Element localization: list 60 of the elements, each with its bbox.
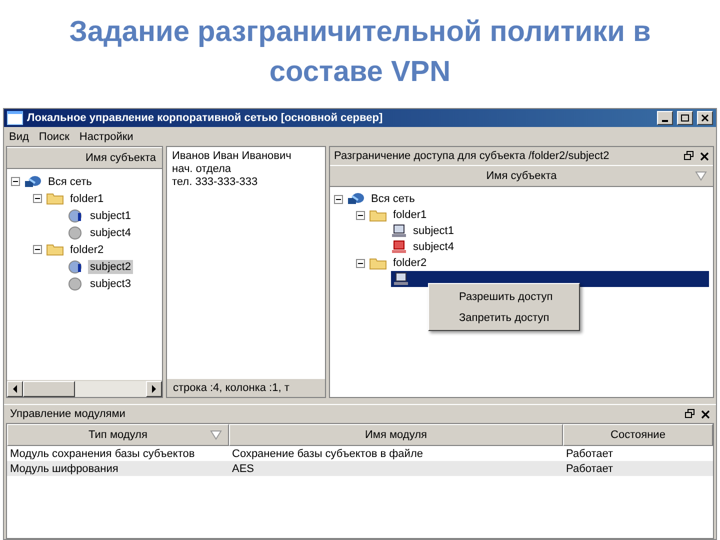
collapse-icon[interactable] <box>334 194 343 204</box>
menu-item[interactable]: Запретить доступ <box>429 307 579 328</box>
menu-item[interactable]: Разрешить доступ <box>429 286 579 307</box>
tree-item[interactable]: subject3 <box>88 276 133 290</box>
column-header[interactable]: Имя модуля <box>229 424 563 446</box>
network-icon <box>24 174 42 188</box>
tree-item[interactable]: subject2 <box>88 260 133 274</box>
folder-icon <box>46 192 64 205</box>
left-arrow-icon[interactable] <box>12 385 18 393</box>
table-cell: Модуль шифрования <box>7 461 229 476</box>
network-icon <box>347 192 365 206</box>
app-icon <box>7 111 23 125</box>
restore-icon[interactable] <box>685 409 695 419</box>
slide-title: Задание разграничительной политики в составе VPN <box>68 15 652 90</box>
tree-item[interactable]: folder1 <box>68 192 106 206</box>
menu-item[interactable]: Вид <box>9 130 29 142</box>
column-header[interactable]: Имя субъекта <box>330 165 713 187</box>
tree-item[interactable]: folder2 <box>391 256 429 270</box>
column-header[interactable]: Имя субъекта <box>7 147 162 169</box>
folder-icon <box>369 256 387 270</box>
collapse-icon[interactable] <box>33 194 42 203</box>
panel-title: Разграничение доступа для субъекта /folder2/subject2 <box>334 150 610 162</box>
detail-text: нач. отдела <box>172 163 232 176</box>
collapse-icon[interactable] <box>356 210 365 220</box>
detail-text: тел. 333-333-333 <box>172 176 259 189</box>
collapse-icon[interactable] <box>356 258 365 268</box>
right-arrow-icon[interactable] <box>151 385 157 393</box>
filter-icon[interactable] <box>695 171 707 181</box>
close-icon <box>701 114 709 122</box>
close-icon[interactable] <box>700 152 709 160</box>
collapse-icon[interactable] <box>33 245 42 254</box>
column-header[interactable]: Тип модуля <box>7 424 229 446</box>
tree-item[interactable]: Вся сеть <box>46 174 94 188</box>
tree-item[interactable]: subject4 <box>411 240 456 254</box>
minimize-button[interactable] <box>657 111 673 125</box>
folder-icon <box>46 243 64 256</box>
tree-item[interactable]: folder1 <box>391 208 429 222</box>
column-header[interactable]: Состояние <box>563 424 713 446</box>
tree-item[interactable]: Вся сеть <box>369 192 417 206</box>
panel-title: Управление модулями <box>10 408 126 420</box>
maximize-button[interactable] <box>677 111 693 125</box>
tree-item[interactable]: subject1 <box>88 208 133 222</box>
status-text: строка :4, колонка :1, т <box>173 382 290 394</box>
menu-item[interactable]: Поиск <box>38 130 70 142</box>
filter-icon[interactable] <box>210 430 222 440</box>
table-cell: Работает <box>563 461 713 476</box>
tree-item[interactable]: subject4 <box>88 226 133 240</box>
detail-text: Иванов Иван Иванович <box>172 150 292 163</box>
table-cell: AES <box>229 461 563 476</box>
close-icon[interactable] <box>701 410 710 418</box>
folder-icon <box>369 208 387 222</box>
maximize-icon <box>681 114 689 122</box>
close-button[interactable] <box>697 111 713 125</box>
collapse-icon[interactable] <box>11 177 20 186</box>
horizontal-scrollbar[interactable] <box>7 380 162 397</box>
window-title: Локальное управление корпоративной сетью [основной сервер] <box>27 112 384 124</box>
tree-item[interactable]: folder2 <box>68 242 106 256</box>
restore-icon[interactable] <box>684 151 694 161</box>
menu-item[interactable]: Настройки <box>79 130 134 142</box>
tree-item[interactable]: subject1 <box>411 224 456 238</box>
